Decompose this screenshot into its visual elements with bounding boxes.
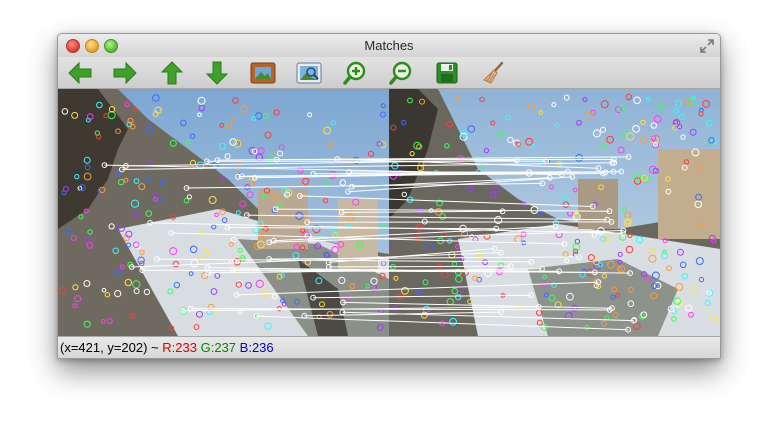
clear-button[interactable] xyxy=(479,59,507,87)
arrow-right-icon xyxy=(113,61,137,85)
title-bar[interactable]: Matches xyxy=(58,34,720,57)
picture-icon xyxy=(250,62,276,84)
arrow-down-icon xyxy=(205,61,229,85)
matches-window: Matches (x=421, y=202) ~ R:233 G:237 B:2… xyxy=(57,33,721,359)
window-title: Matches xyxy=(364,38,414,53)
next-button[interactable] xyxy=(111,59,139,87)
image-view[interactable] xyxy=(58,89,720,336)
fit-image-button[interactable] xyxy=(249,59,277,87)
up-button[interactable] xyxy=(158,59,186,87)
broom-icon xyxy=(483,61,504,84)
arrow-up-icon xyxy=(160,61,184,85)
zoom-in-icon xyxy=(343,61,366,85)
zoom-in-button[interactable] xyxy=(341,59,369,87)
zoom-picture-icon xyxy=(296,62,322,84)
fullscreen-icon[interactable] xyxy=(699,38,715,54)
cursor-coordinates: (x=421, y=202) ~ xyxy=(60,340,159,355)
zoom-out-icon xyxy=(389,61,412,85)
zoom-out-button[interactable] xyxy=(387,59,415,87)
toolbar xyxy=(58,57,720,89)
arrow-left-icon xyxy=(68,61,92,85)
blue-value: B:236 xyxy=(239,340,274,355)
zoom-region-button[interactable] xyxy=(295,59,323,87)
save-icon xyxy=(436,62,458,84)
previous-button[interactable] xyxy=(66,59,94,87)
match-line xyxy=(328,265,511,268)
green-value: G:237 xyxy=(200,340,237,355)
matches-image[interactable] xyxy=(58,89,720,336)
save-button[interactable] xyxy=(433,59,461,87)
down-button[interactable] xyxy=(203,59,231,87)
red-value: R:233 xyxy=(162,340,197,355)
status-bar: (x=421, y=202) ~ R:233 G:237 B:236 xyxy=(58,336,720,358)
